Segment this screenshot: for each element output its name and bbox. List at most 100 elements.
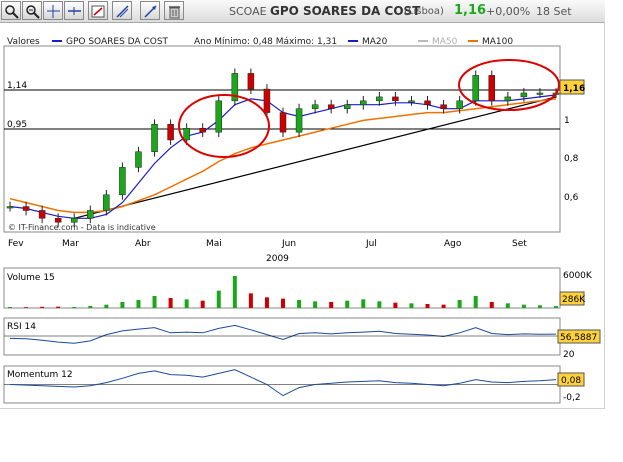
candle-body <box>167 124 174 141</box>
zoom-in-button[interactable] <box>1 1 21 20</box>
candle-body <box>103 194 110 211</box>
volume-bar <box>40 306 45 308</box>
price-ytick-08: 0,8 <box>564 154 579 164</box>
horizontal-line-button[interactable] <box>64 1 84 20</box>
volume-bar <box>537 305 542 308</box>
candle-body <box>472 75 479 102</box>
quote-date: 18 Set <box>536 5 572 18</box>
pan-icon <box>144 5 157 18</box>
toolbar: SCOAE GPO SOARES DA COST (Lisboa) 1,16 +… <box>0 0 605 23</box>
volume-bar <box>136 300 141 308</box>
price-ytick-06: 0,6 <box>564 193 579 203</box>
zoom-out-button[interactable] <box>22 1 42 20</box>
momentum-title: Momentum 12 <box>7 370 73 380</box>
month-mar: Mar <box>62 239 79 249</box>
candle-body <box>199 127 206 133</box>
candle-body <box>343 104 351 109</box>
candle-body <box>6 206 14 209</box>
crosshair-button[interactable] <box>43 1 63 20</box>
volume-bar <box>281 298 285 308</box>
ticker: SCOAE <box>229 5 267 18</box>
momentum-ytick: -0,2 <box>563 393 581 403</box>
rsi-ytick: 20 <box>563 350 575 360</box>
candle-body <box>295 108 303 133</box>
rsi-title: RSI 14 <box>7 322 36 332</box>
stock-chart: Valores GPO SOARES DA COST Ano Mínimo: 0… <box>3 37 601 404</box>
candle-body <box>135 151 142 168</box>
pan-button[interactable] <box>140 1 160 20</box>
watermark: © IT-Finance.com - Data is indicative <box>8 223 156 232</box>
candle-body <box>87 210 94 219</box>
volume-bar <box>232 276 237 308</box>
volume-bar <box>152 296 157 308</box>
month-ago: Ago <box>444 239 462 249</box>
trend-line-icon <box>116 5 129 18</box>
candle-body <box>151 124 158 152</box>
legend-ma20: MA20 <box>362 37 388 47</box>
price-ytick-1: 1 <box>564 116 570 126</box>
legend-range: Ano Mínimo: 0,48 Máximo: 1,31 <box>194 37 337 47</box>
highlight-ellipse-may <box>178 94 270 158</box>
legend-ma50: MA50 <box>432 37 458 47</box>
month-jul: Jul <box>365 239 377 249</box>
candle-body <box>424 100 431 105</box>
candle-body <box>38 210 46 219</box>
volume-bar <box>377 301 382 308</box>
candle-body <box>119 167 126 196</box>
candle-body <box>247 73 255 90</box>
month-set: Set <box>512 239 527 249</box>
chart-frame: Valores GPO SOARES DA COST Ano Mínimo: 0… <box>0 22 605 409</box>
candle-body <box>440 104 447 109</box>
ref-label-114: 1,14 <box>7 81 27 91</box>
candle-body <box>360 100 367 105</box>
volume-bar <box>184 299 189 308</box>
trend-line-button[interactable] <box>112 1 132 20</box>
rsi-badge-label: 56,5887 <box>560 333 597 343</box>
volume-bar <box>554 306 558 308</box>
momentum-line <box>9 369 557 397</box>
text-annotation-button[interactable] <box>88 1 108 20</box>
candle-body <box>536 92 544 95</box>
volume-bar <box>361 299 366 308</box>
candle-body <box>22 206 30 211</box>
candle-body <box>504 96 512 102</box>
last-price: 1,16 <box>454 3 487 18</box>
candle-body <box>70 218 78 223</box>
month-abr: Abr <box>135 239 151 249</box>
stock-name: GPO SOARES DA COST <box>270 4 421 18</box>
volume-bar <box>393 302 398 308</box>
volume-bar <box>473 296 478 308</box>
volume-bar <box>8 307 12 308</box>
candle-body <box>456 100 463 109</box>
zoom-in-icon <box>5 5 19 19</box>
volume-bar <box>264 297 269 308</box>
volume-bar <box>120 302 125 308</box>
volume-bar <box>168 298 173 308</box>
volume-ytick: 6000K <box>563 271 593 281</box>
year-label: 2009 <box>266 254 289 264</box>
volume-bar <box>297 300 302 308</box>
change-pct: +0,00% <box>486 5 531 18</box>
volume-bar <box>56 306 61 308</box>
legend-values-label: Valores <box>7 37 40 47</box>
candle-body <box>376 96 383 102</box>
candle-body <box>392 96 399 102</box>
volume-bar <box>489 302 494 308</box>
candle-body <box>263 88 271 113</box>
price-panel <box>3 45 561 233</box>
text-annotation-icon <box>91 5 105 18</box>
month-mai: Mai <box>206 239 222 249</box>
candle-body <box>488 75 496 102</box>
rsi-panel <box>3 317 561 356</box>
crosshair-icon <box>47 5 60 18</box>
volume-bar <box>329 302 334 308</box>
momentum-badge-label: 0,08 <box>561 376 581 386</box>
delete-icon <box>169 6 180 19</box>
volume-bar <box>24 307 29 308</box>
volume-badge-label: 286K <box>562 295 586 305</box>
rsi-line <box>9 324 557 344</box>
delete-button[interactable] <box>164 1 184 20</box>
candle-body <box>183 127 190 141</box>
candle-body <box>408 100 415 103</box>
trend-line <box>74 96 557 219</box>
